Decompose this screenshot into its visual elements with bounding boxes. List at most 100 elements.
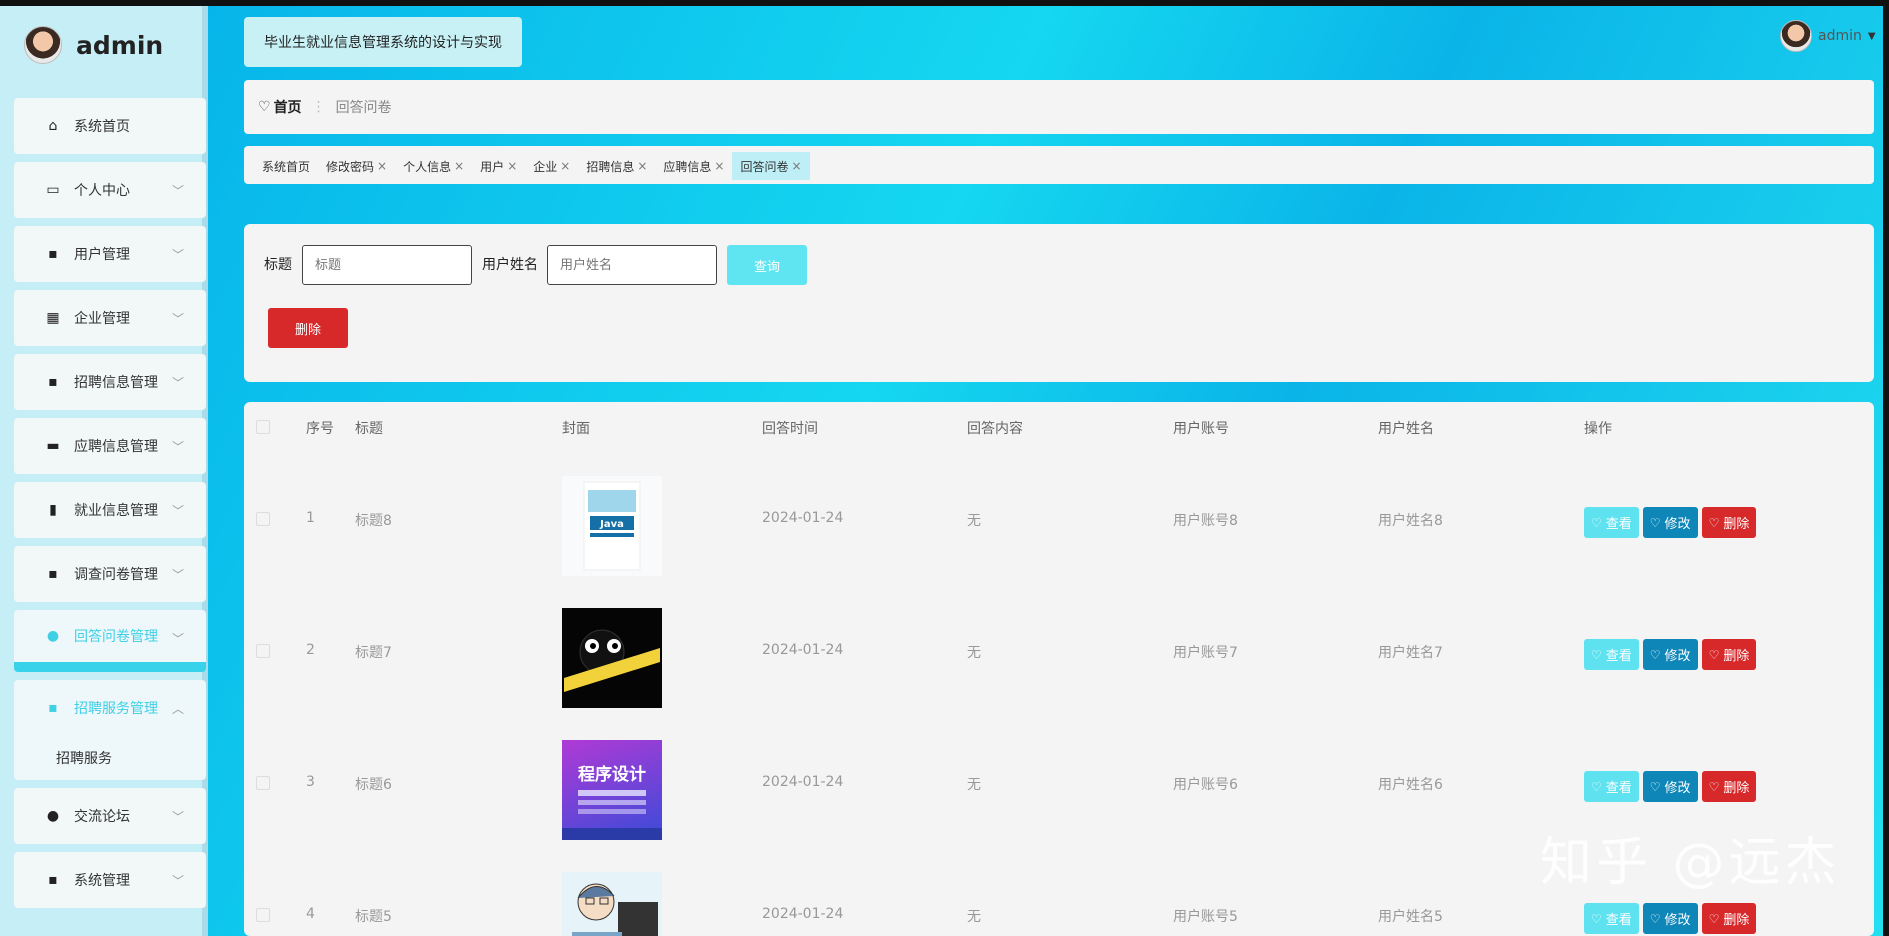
tab-label: 修改密码 bbox=[326, 159, 375, 174]
sidebar-item-answer-survey[interactable]: ● 回答问卷管理 ﹀ bbox=[14, 610, 206, 672]
tab-company[interactable]: 企业 × bbox=[525, 152, 578, 180]
header-user-name: 用户姓名 bbox=[1378, 421, 1434, 437]
sidebar-item-label: 系统首页 bbox=[74, 119, 130, 135]
sidebar-item-home[interactable]: ⌂ 系统首页 bbox=[14, 98, 206, 154]
close-icon[interactable]: × bbox=[560, 159, 570, 173]
avatar bbox=[1780, 20, 1812, 52]
close-icon[interactable]: × bbox=[792, 159, 802, 173]
row-title: 标题6 bbox=[355, 777, 392, 793]
tab-label: 企业 bbox=[533, 159, 558, 174]
row-user-name: 用户姓名6 bbox=[1378, 777, 1443, 793]
row-checkbox[interactable] bbox=[256, 776, 270, 790]
row-actions: ♡ 查看 ♡ 修改 ♡ 删除 bbox=[1584, 903, 1760, 934]
edit-button[interactable]: ♡ 修改 bbox=[1642, 639, 1698, 670]
row-checkbox[interactable] bbox=[256, 512, 270, 526]
sidebar-item-personal-center[interactable]: ▭ 个人中心 ﹀ bbox=[14, 162, 206, 218]
view-button[interactable]: ♡ 查看 bbox=[1584, 507, 1639, 538]
heart-icon: ♡ bbox=[1649, 911, 1661, 926]
heart-icon: ♡ bbox=[258, 99, 271, 115]
username-label: 用户姓名 bbox=[482, 257, 538, 273]
sidebar-item-survey[interactable]: ▪ 调查问卷管理 ﹀ bbox=[14, 546, 206, 602]
breadcrumb-current: 回答问卷 bbox=[335, 100, 392, 116]
tab-application-info[interactable]: 应聘信息 × bbox=[655, 152, 732, 180]
view-label: 查看 bbox=[1605, 781, 1632, 796]
delete-label: 删除 bbox=[1723, 517, 1750, 532]
close-icon[interactable]: × bbox=[637, 159, 647, 173]
heart-icon: ♡ bbox=[1708, 647, 1720, 662]
row-user-name: 用户姓名7 bbox=[1378, 645, 1443, 661]
row-actions: ♡ 查看 ♡ 修改 ♡ 删除 bbox=[1584, 507, 1760, 538]
sidebar-item-employment-info[interactable]: ▮ 就业信息管理 ﹀ bbox=[14, 482, 206, 538]
grid-icon: ▪ bbox=[48, 872, 58, 888]
row-user-name: 用户姓名8 bbox=[1378, 513, 1443, 529]
view-button[interactable]: ♡ 查看 bbox=[1584, 771, 1639, 802]
cover-image bbox=[562, 872, 662, 936]
heart-icon: ♡ bbox=[1591, 647, 1602, 662]
chevron-down-icon: ﹀ bbox=[171, 312, 184, 326]
close-icon[interactable]: × bbox=[507, 159, 517, 173]
breadcrumb-home[interactable]: 首页 bbox=[274, 97, 302, 117]
cover-image: 程序设计 bbox=[562, 740, 662, 840]
row-index: 3 bbox=[306, 774, 315, 790]
delete-button[interactable]: ♡ 删除 bbox=[1701, 903, 1757, 934]
sidebar-subitem-recruitment-service[interactable]: 招聘服务 bbox=[14, 736, 206, 780]
sidebar-item-label: 个人中心 bbox=[74, 183, 130, 199]
close-icon[interactable]: × bbox=[454, 159, 464, 173]
sidebar-item-user-management[interactable]: ▪ 用户管理 ﹀ bbox=[14, 226, 206, 282]
header-index: 序号 bbox=[306, 421, 334, 437]
sidebar-item-label: 应聘信息管理 bbox=[74, 439, 158, 455]
tab-change-password[interactable]: 修改密码 × bbox=[318, 152, 395, 180]
grid-icon: ▪ bbox=[48, 374, 58, 390]
sidebar-item-label: 招聘信息管理 bbox=[74, 375, 158, 391]
grid-icon: ▪ bbox=[48, 566, 58, 582]
row-actions: ♡ 查看 ♡ 修改 ♡ 删除 bbox=[1584, 771, 1760, 802]
close-icon[interactable]: × bbox=[377, 159, 387, 173]
sidebar-item-recruitment-service[interactable]: ▪ 招聘服务管理 ︿ bbox=[14, 680, 206, 736]
tab-personal-info[interactable]: 个人信息 × bbox=[395, 152, 472, 180]
view-button[interactable]: ♡ 查看 bbox=[1584, 639, 1639, 670]
sidebar-item-recruitment-info[interactable]: ▪ 招聘信息管理 ﹀ bbox=[14, 354, 206, 410]
row-checkbox[interactable] bbox=[256, 644, 270, 658]
delete-button[interactable]: ♡ 删除 bbox=[1701, 771, 1757, 802]
pin-icon: ● bbox=[46, 808, 60, 824]
sidebar-item-company-management[interactable]: ▦ 企业管理 ﹀ bbox=[14, 290, 206, 346]
edit-button[interactable]: ♡ 修改 bbox=[1642, 903, 1698, 934]
row-user-account: 用户账号6 bbox=[1173, 777, 1238, 793]
brand-name: admin bbox=[76, 30, 164, 60]
view-button[interactable]: ♡ 查看 bbox=[1584, 903, 1639, 934]
tab-label: 回答问卷 bbox=[740, 159, 789, 174]
row-user-account: 用户账号7 bbox=[1173, 645, 1238, 661]
sidebar-item-forum[interactable]: ● 交流论坛 ﹀ bbox=[14, 788, 206, 844]
close-icon[interactable]: × bbox=[714, 159, 724, 173]
delete-button[interactable]: ♡ 删除 bbox=[1701, 507, 1757, 538]
title-search-input[interactable] bbox=[302, 245, 472, 285]
tab-home[interactable]: 系统首页 bbox=[254, 152, 318, 180]
row-checkbox[interactable] bbox=[256, 908, 270, 922]
user-menu[interactable]: admin ▼ bbox=[1780, 20, 1876, 52]
breadcrumb: ♡ 首页 ⋮ 回答问卷 bbox=[244, 80, 1874, 134]
tab-answer-survey[interactable]: 回答问卷 × bbox=[732, 152, 810, 180]
query-button[interactable]: 查询 bbox=[727, 245, 807, 285]
chevron-down-icon: ﹀ bbox=[171, 874, 184, 888]
edit-button[interactable]: ♡ 修改 bbox=[1642, 507, 1698, 538]
tab-user[interactable]: 用户 × bbox=[472, 152, 525, 180]
sidebar-item-label: 就业信息管理 bbox=[74, 503, 158, 519]
chevron-down-icon: ﹀ bbox=[171, 568, 184, 582]
row-answer-content: 无 bbox=[967, 513, 981, 529]
username-search-input[interactable] bbox=[547, 245, 717, 285]
delete-button[interactable]: ♡ 删除 bbox=[1701, 639, 1757, 670]
sidebar-item-application-info[interactable]: ▬ 应聘信息管理 ﹀ bbox=[14, 418, 206, 474]
delete-label: 删除 bbox=[1723, 913, 1750, 928]
tab-recruitment-info[interactable]: 招聘信息 × bbox=[578, 152, 655, 180]
edit-button[interactable]: ♡ 修改 bbox=[1642, 771, 1698, 802]
table-row: 1 标题8 Java 2024-01-24 无 用户账号8 用户姓名8 ♡ 查看 … bbox=[244, 452, 1874, 584]
select-all-checkbox[interactable] bbox=[256, 420, 270, 434]
cover-image: Java bbox=[562, 476, 662, 576]
batch-delete-button[interactable]: 删除 bbox=[268, 308, 348, 348]
tab-label: 个人信息 bbox=[403, 159, 452, 174]
view-label: 查看 bbox=[1605, 913, 1632, 928]
home-icon: ⌂ bbox=[48, 118, 58, 134]
row-index: 2 bbox=[306, 642, 315, 658]
sidebar-item-system-management[interactable]: ▪ 系统管理 ﹀ bbox=[14, 852, 206, 908]
heart-icon: ♡ bbox=[1649, 779, 1661, 794]
